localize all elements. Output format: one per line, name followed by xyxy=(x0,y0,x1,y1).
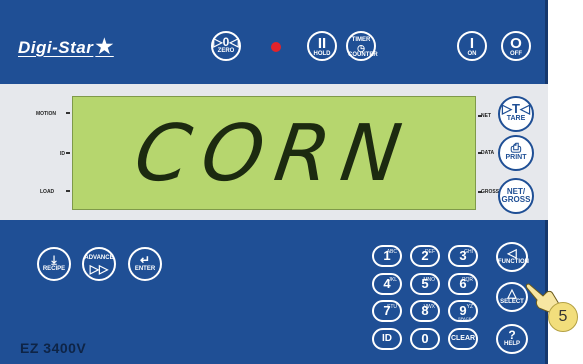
motion-label: MOTION xyxy=(36,111,56,117)
recipe-icon: ⤓ xyxy=(51,253,57,267)
key-0[interactable]: 0 xyxy=(410,328,440,350)
id-label: ID xyxy=(60,151,65,157)
advance-button[interactable]: ADVANCE ▷▷ xyxy=(82,247,116,281)
function-button[interactable]: ◁ FUNCTION xyxy=(496,242,529,272)
key-5[interactable]: 5 MNO xyxy=(410,273,440,295)
star-icon: ★ xyxy=(95,36,114,58)
data-label: DATA xyxy=(481,150,495,156)
printer-icon: ⎙ xyxy=(510,140,522,155)
key-9[interactable]: 9 YZ SPACE xyxy=(448,300,478,322)
power-off-icon: O xyxy=(510,35,522,52)
pause-icon: II xyxy=(317,35,327,52)
net-gross-button[interactable]: NET/ GROSS xyxy=(498,178,534,214)
power-on-icon: I xyxy=(469,35,475,52)
tare-button[interactable]: ▷T◁ TARE xyxy=(498,96,534,132)
zero-icon: ▷0◁ xyxy=(213,35,239,49)
enter-icon: ↵ xyxy=(139,253,151,267)
clock-icon: ◷ xyxy=(357,43,365,53)
left-arrow-icon: ◁ xyxy=(507,246,517,260)
fast-forward-icon: ▷▷ xyxy=(89,262,109,276)
status-led xyxy=(271,42,281,52)
key-4[interactable]: 4 JKL xyxy=(372,273,402,295)
hold-button[interactable]: II HOLD xyxy=(307,31,337,61)
zero-button[interactable]: ▷0◁ ZERO xyxy=(211,31,241,61)
select-button[interactable]: △ SELECT xyxy=(496,282,528,312)
clear-button[interactable]: CLEAR xyxy=(448,328,478,350)
timer-counter-button[interactable]: TIMER ◷ COUNTER xyxy=(346,31,378,61)
model-label: EZ 3400V xyxy=(20,340,87,356)
net-label: NET xyxy=(481,113,491,119)
key-id[interactable]: ID xyxy=(372,328,402,350)
digi-star-logo: Digi-Star ★ xyxy=(18,36,114,58)
key-2[interactable]: 2 DEF xyxy=(410,245,440,267)
recipe-button[interactable]: ⤓ RECIPE xyxy=(37,247,71,281)
key-7[interactable]: 7 STU xyxy=(372,300,402,322)
print-button[interactable]: ⎙ PRINT xyxy=(498,135,534,171)
key-3[interactable]: 3 GHI xyxy=(448,245,478,267)
gross-label: GROSS xyxy=(481,189,500,195)
load-label: LOAD xyxy=(40,189,55,195)
help-icon: ? xyxy=(508,328,516,342)
lcd-display: CORN xyxy=(72,96,476,210)
key-1[interactable]: 1 ABC xyxy=(372,245,402,267)
step-callout: 5 xyxy=(548,302,578,332)
display-text: CORN xyxy=(129,109,419,199)
off-button[interactable]: O OFF xyxy=(501,31,531,61)
on-button[interactable]: I ON xyxy=(457,31,487,61)
help-button[interactable]: ? HELP xyxy=(496,324,528,354)
up-arrow-icon: △ xyxy=(507,286,517,300)
enter-button[interactable]: ↵ ENTER xyxy=(128,247,162,281)
key-8[interactable]: 8 VWX xyxy=(410,300,440,322)
scale-indicator-panel: Digi-Star ★ ▷0◁ ZERO II HOLD TIMER ◷ COUN… xyxy=(0,0,548,364)
key-6[interactable]: 6 PQR xyxy=(448,273,478,295)
tare-icon: ▷T◁ xyxy=(502,101,530,116)
